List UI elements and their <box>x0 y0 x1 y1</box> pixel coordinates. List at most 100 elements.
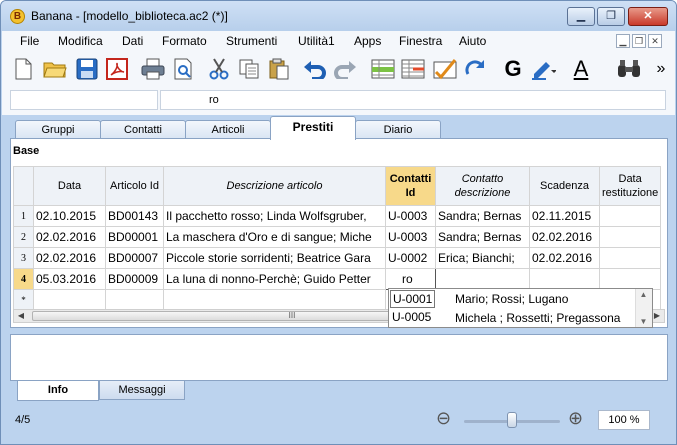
cell-contatto-descrizione[interactable]: Sandra; Bernas <box>435 205 530 227</box>
cell-reference-field[interactable] <box>10 90 158 110</box>
formula-input[interactable]: ro <box>160 90 666 110</box>
tab-info[interactable]: Info <box>17 381 99 401</box>
pdf-icon[interactable] <box>104 56 130 82</box>
column-header-articolo-id[interactable]: Articolo Id <box>105 166 164 206</box>
print-preview-icon[interactable] <box>170 56 196 82</box>
cell-contatto-descrizione[interactable]: Sandra; Bernas <box>435 226 530 248</box>
cell-data-restituzione[interactable] <box>598 205 662 227</box>
menu-strumenti[interactable]: Strumenti <box>226 34 277 48</box>
row-number[interactable]: 3 <box>13 247 34 269</box>
tab-diario[interactable]: Diario <box>355 120 441 139</box>
cell-empty[interactable] <box>163 289 386 311</box>
save-icon[interactable] <box>74 56 100 82</box>
zoom-in-icon[interactable]: ⊕ <box>568 408 583 429</box>
column-header-scadenza[interactable]: Scadenza <box>529 166 600 206</box>
bold-icon[interactable]: G <box>500 56 526 82</box>
delete-row-icon[interactable] <box>400 56 426 82</box>
zoom-level[interactable]: 100 % <box>598 410 650 430</box>
column-header-contatti-id[interactable]: Contatti Id <box>385 166 436 206</box>
mdi-restore-button[interactable]: ❐ <box>632 34 646 48</box>
mdi-close-button[interactable]: ✕ <box>648 34 662 48</box>
check-icon[interactable] <box>432 56 458 82</box>
cell-contatto-descrizione[interactable] <box>435 268 530 290</box>
cell-data[interactable]: 02.10.2015 <box>33 205 106 227</box>
more-icon[interactable]: » <box>648 56 674 82</box>
new-file-icon[interactable] <box>10 56 36 82</box>
menu-utilita[interactable]: Utilità1 <box>298 34 335 48</box>
column-header-data-restituzione[interactable]: Data restituzione <box>598 166 662 206</box>
open-folder-icon[interactable] <box>42 56 68 82</box>
zoom-out-icon[interactable]: ⊖ <box>436 408 451 429</box>
table-tabs: Gruppi Contatti Articoli Prestiti Diario <box>2 115 675 140</box>
refresh-icon[interactable] <box>462 56 488 82</box>
close-button[interactable]: ✕ <box>628 7 668 26</box>
cell-data[interactable]: 02.02.2016 <box>33 226 106 248</box>
cell-contatti-id[interactable]: U-0003 <box>385 205 436 227</box>
paste-icon[interactable] <box>266 56 292 82</box>
new-row-marker[interactable]: * <box>13 289 34 311</box>
cell-articolo-id[interactable]: BD00009 <box>105 268 164 290</box>
autocomplete-scrollbar[interactable]: ▲ ▼ <box>635 289 652 327</box>
insert-row-icon[interactable] <box>370 56 396 82</box>
chevron-up-icon[interactable]: ▲ <box>636 290 651 299</box>
menu-apps[interactable]: Apps <box>354 34 381 48</box>
font-color-icon[interactable]: A <box>568 56 594 82</box>
menu-dati[interactable]: Dati <box>122 34 143 48</box>
column-header-descrizione[interactable]: Descrizione articolo <box>163 166 386 206</box>
redo-icon[interactable] <box>332 56 358 82</box>
tab-messaggi[interactable]: Messaggi <box>99 381 185 400</box>
cell-contatti-id[interactable]: U-0002 <box>385 247 436 269</box>
cell-data[interactable]: 05.03.2016 <box>33 268 106 290</box>
zoom-slider-thumb[interactable] <box>507 412 517 428</box>
cell-contatti-id[interactable]: U-0003 <box>385 226 436 248</box>
cell-empty[interactable] <box>105 289 164 311</box>
mdi-minimize-button[interactable]: ▁ <box>616 34 630 48</box>
find-icon[interactable] <box>616 56 642 82</box>
column-header-data[interactable]: Data <box>33 166 106 206</box>
menu-file[interactable]: File <box>20 34 39 48</box>
cell-articolo-id[interactable]: BD00143 <box>105 205 164 227</box>
cell-scadenza[interactable]: 02.02.2016 <box>529 226 600 248</box>
autocomplete-item[interactable]: U-0001 Mario; Rossi; Lugano <box>389 290 635 309</box>
formula-bar: ro <box>2 87 675 115</box>
row-number[interactable]: 1 <box>13 205 34 227</box>
cell-data[interactable]: 02.02.2016 <box>33 247 106 269</box>
menu-modifica[interactable]: Modifica <box>58 34 103 48</box>
cell-descrizione[interactable]: Il pacchetto rosso; Linda Wolfsgruber, <box>163 205 386 227</box>
chevron-down-icon[interactable]: ▼ <box>636 317 651 326</box>
autocomplete-item[interactable]: U-0005 Michela ; Rossetti; Pregassona <box>389 309 635 328</box>
row-number[interactable]: 2 <box>13 226 34 248</box>
cell-contatti-id-editor[interactable]: ro <box>385 268 436 290</box>
restore-button[interactable]: ❐ <box>597 7 625 26</box>
table-row: 1 02.10.2015 BD00143 Il pacchetto rosso;… <box>13 205 662 227</box>
menu-formato[interactable]: Formato <box>162 34 207 48</box>
tab-gruppi[interactable]: Gruppi <box>15 120 101 139</box>
menu-finestra[interactable]: Finestra <box>399 34 442 48</box>
cell-scadenza[interactable] <box>529 268 600 290</box>
cell-scadenza[interactable]: 02.11.2015 <box>529 205 600 227</box>
column-header-contatto-descrizione[interactable]: Contatto descrizione <box>435 166 530 206</box>
tab-articoli[interactable]: Articoli <box>185 120 271 139</box>
cell-articolo-id[interactable]: BD00001 <box>105 226 164 248</box>
print-icon[interactable] <box>140 56 166 82</box>
cell-contatto-descrizione[interactable]: Erica; Bianchi; <box>435 247 530 269</box>
undo-icon[interactable] <box>302 56 328 82</box>
row-number[interactable]: 4 <box>13 268 34 290</box>
highlight-icon[interactable] <box>530 56 556 82</box>
cell-data-restituzione[interactable] <box>598 268 662 290</box>
tab-prestiti[interactable]: Prestiti <box>270 116 356 140</box>
cell-data-restituzione[interactable] <box>598 247 662 269</box>
cell-data-restituzione[interactable] <box>598 226 662 248</box>
copy-icon[interactable] <box>236 56 262 82</box>
cell-articolo-id[interactable]: BD00007 <box>105 247 164 269</box>
tab-contatti[interactable]: Contatti <box>100 120 186 139</box>
cell-descrizione[interactable]: Piccole storie sorridenti; Beatrice Gara <box>163 247 386 269</box>
menu-aiuto[interactable]: Aiuto <box>459 34 486 48</box>
minimize-button[interactable]: ▁ <box>567 7 595 26</box>
cell-descrizione[interactable]: La maschera d'Oro e di sangue; Miche <box>163 226 386 248</box>
scroll-left-button[interactable]: ◀ <box>14 310 28 322</box>
cell-empty[interactable] <box>33 289 106 311</box>
cell-scadenza[interactable]: 02.02.2016 <box>529 247 600 269</box>
cut-icon[interactable] <box>206 56 232 82</box>
cell-descrizione[interactable]: La luna di nonno-Perchè; Guido Petter <box>163 268 386 290</box>
